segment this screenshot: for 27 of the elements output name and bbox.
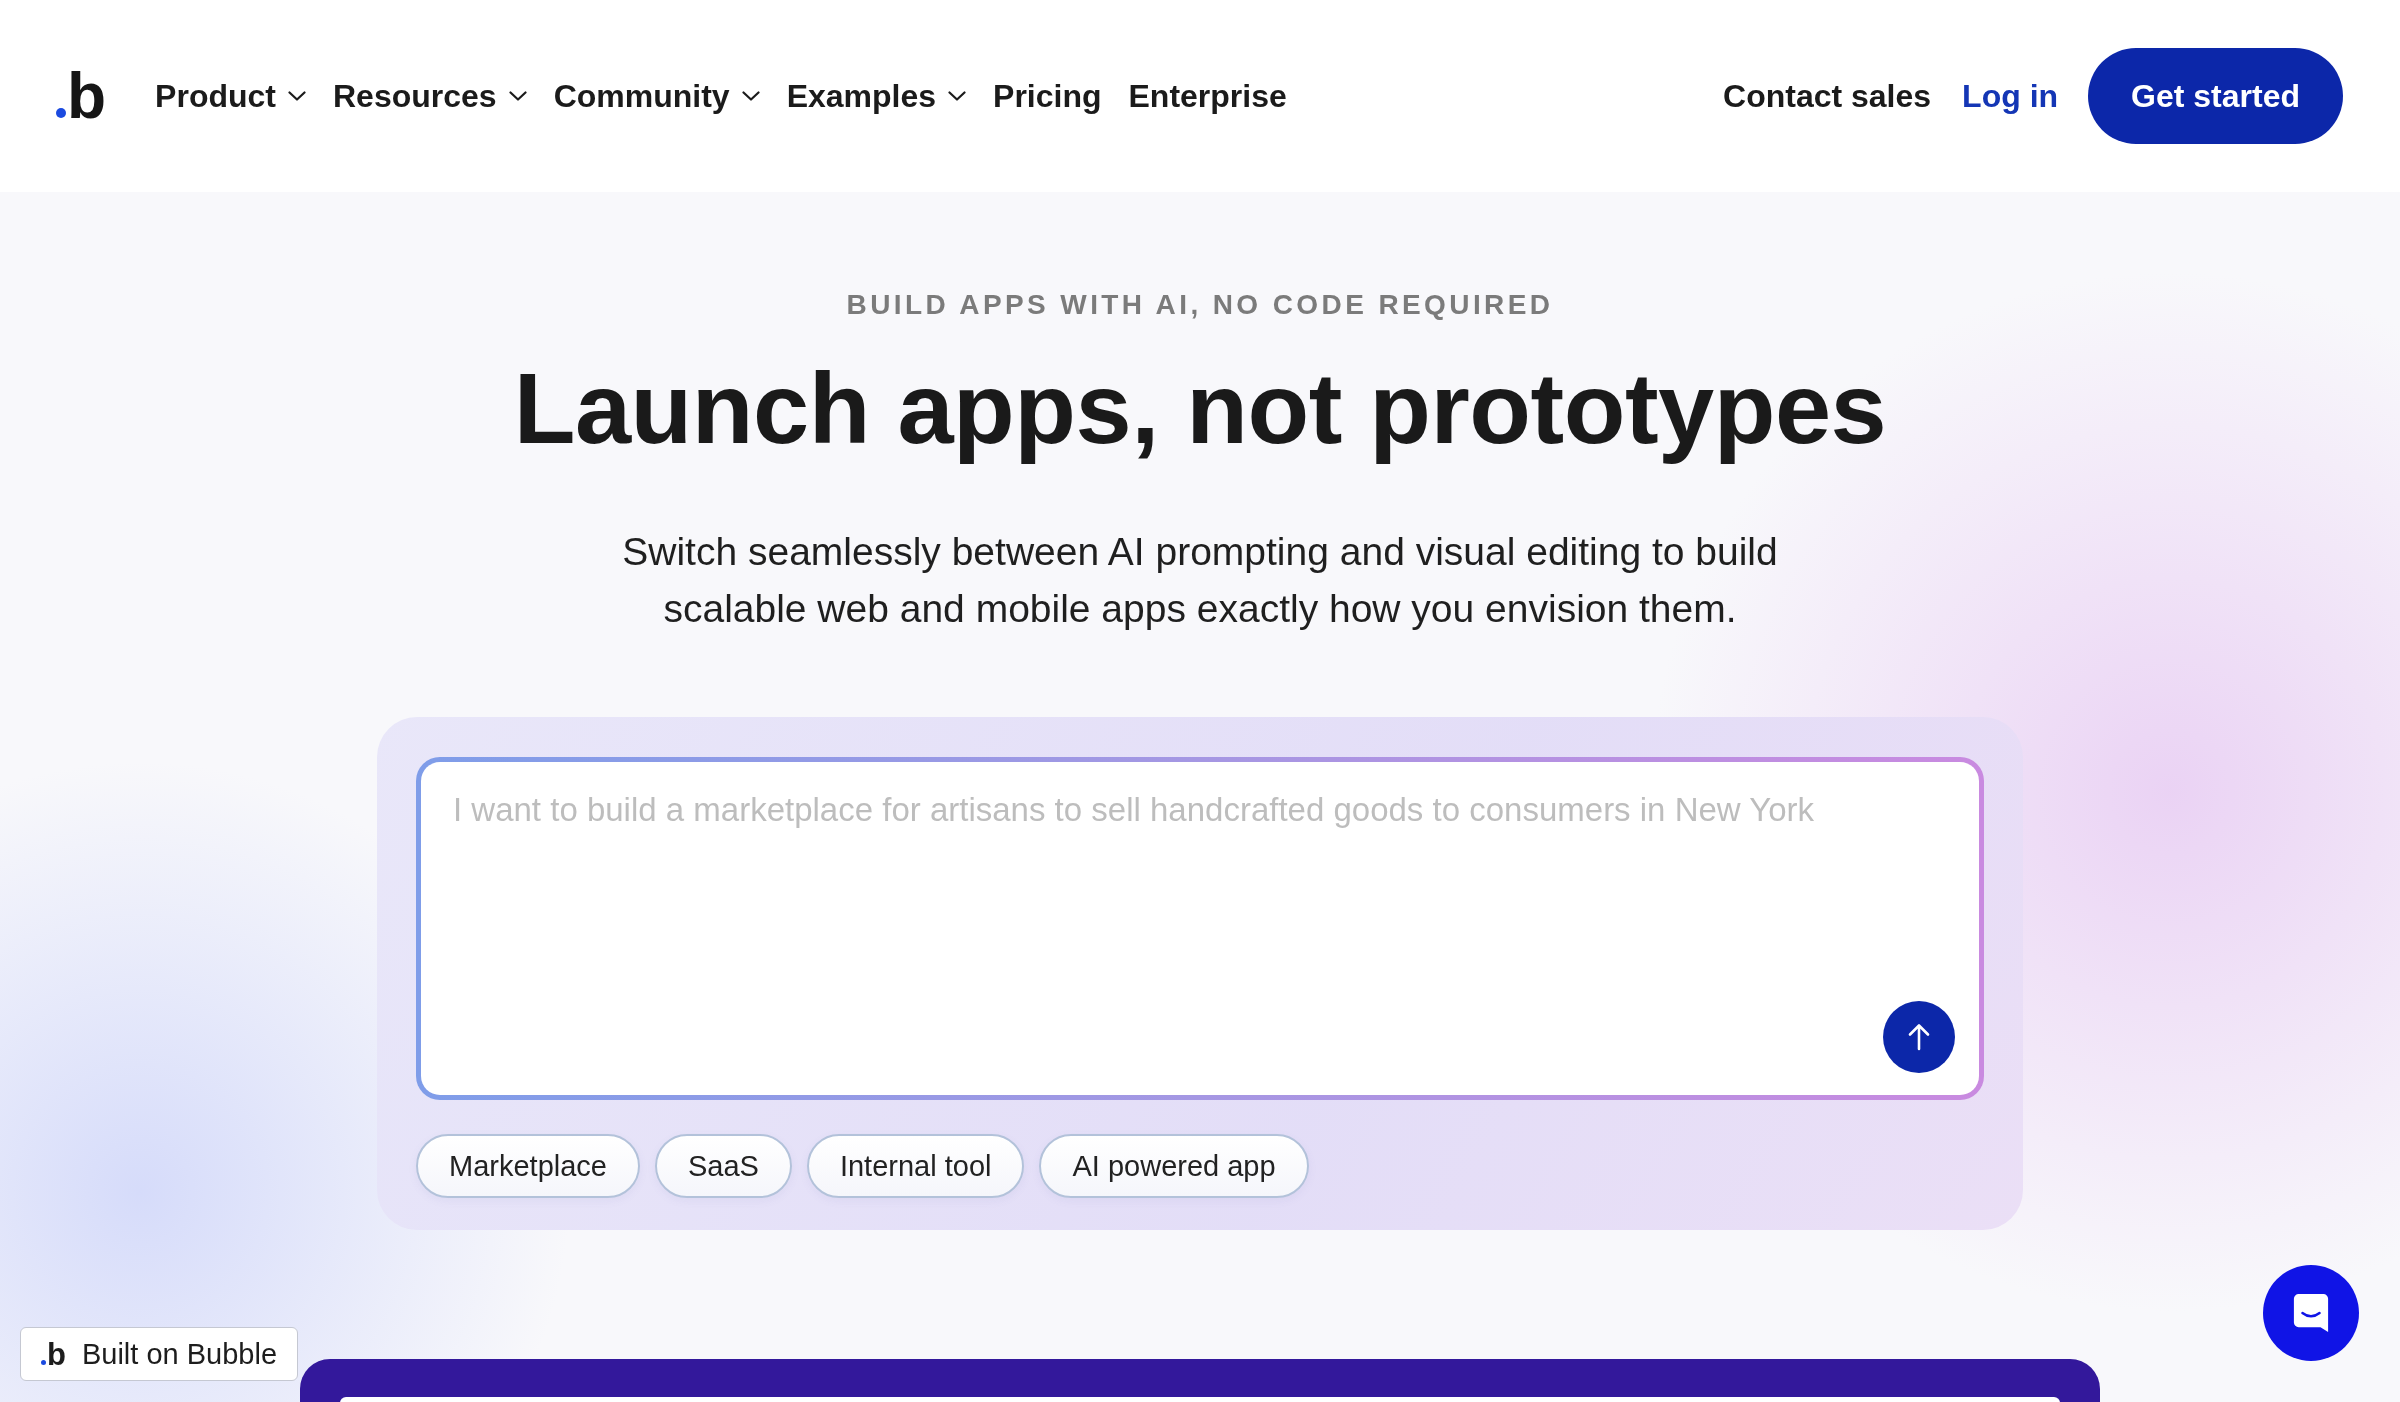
home-logo-link[interactable]: b xyxy=(56,64,107,128)
chevron-down-icon xyxy=(508,91,527,101)
suggestion-chip[interactable]: Marketplace xyxy=(416,1134,640,1198)
chevron-down-icon xyxy=(948,91,967,101)
hero-eyebrow: BUILD APPS WITH AI, NO CODE REQUIRED xyxy=(846,288,1554,322)
hero-subtitle: Switch seamlessly between AI prompting and visual editing to build scalable web and mobile apps exactly how you envision them. xyxy=(621,529,1779,632)
nav-link[interactable]: Enterprise xyxy=(1128,77,1287,115)
nav-menu-button[interactable]: Community xyxy=(553,77,760,115)
nav-menu-button[interactable]: Examples xyxy=(786,77,967,115)
contact-sales-link[interactable]: Contact sales xyxy=(1723,77,1932,115)
built-on-bubble-badge[interactable]: b Built on Bubble xyxy=(20,1327,299,1381)
suggestion-chip[interactable]: AI powered app xyxy=(1039,1134,1309,1198)
nav-menu-button[interactable]: Resources xyxy=(333,77,527,115)
get-started-button[interactable]: Get started xyxy=(2088,48,2343,144)
dot-icon xyxy=(41,1359,46,1365)
prompt-field[interactable]: I want to build a marketplace for artisans to sell handcrafted goods to consumers in New York xyxy=(416,757,1984,1100)
chevron-down-icon xyxy=(741,91,760,101)
hero-title: Launch apps, not prototypes xyxy=(513,353,1887,463)
log-in-link[interactable]: Log in xyxy=(1962,77,2059,115)
nav-link[interactable]: Pricing xyxy=(993,77,1102,115)
chat-icon xyxy=(2292,1292,2330,1334)
dot-icon xyxy=(56,108,66,118)
chevron-down-icon xyxy=(288,91,306,101)
suggestion-chip[interactable]: Internal tool xyxy=(806,1134,1025,1198)
suggestion-chip[interactable]: SaaS xyxy=(654,1134,792,1198)
nav-menu-button[interactable]: Product xyxy=(155,77,306,115)
arrow-up-icon xyxy=(1907,1023,1931,1051)
